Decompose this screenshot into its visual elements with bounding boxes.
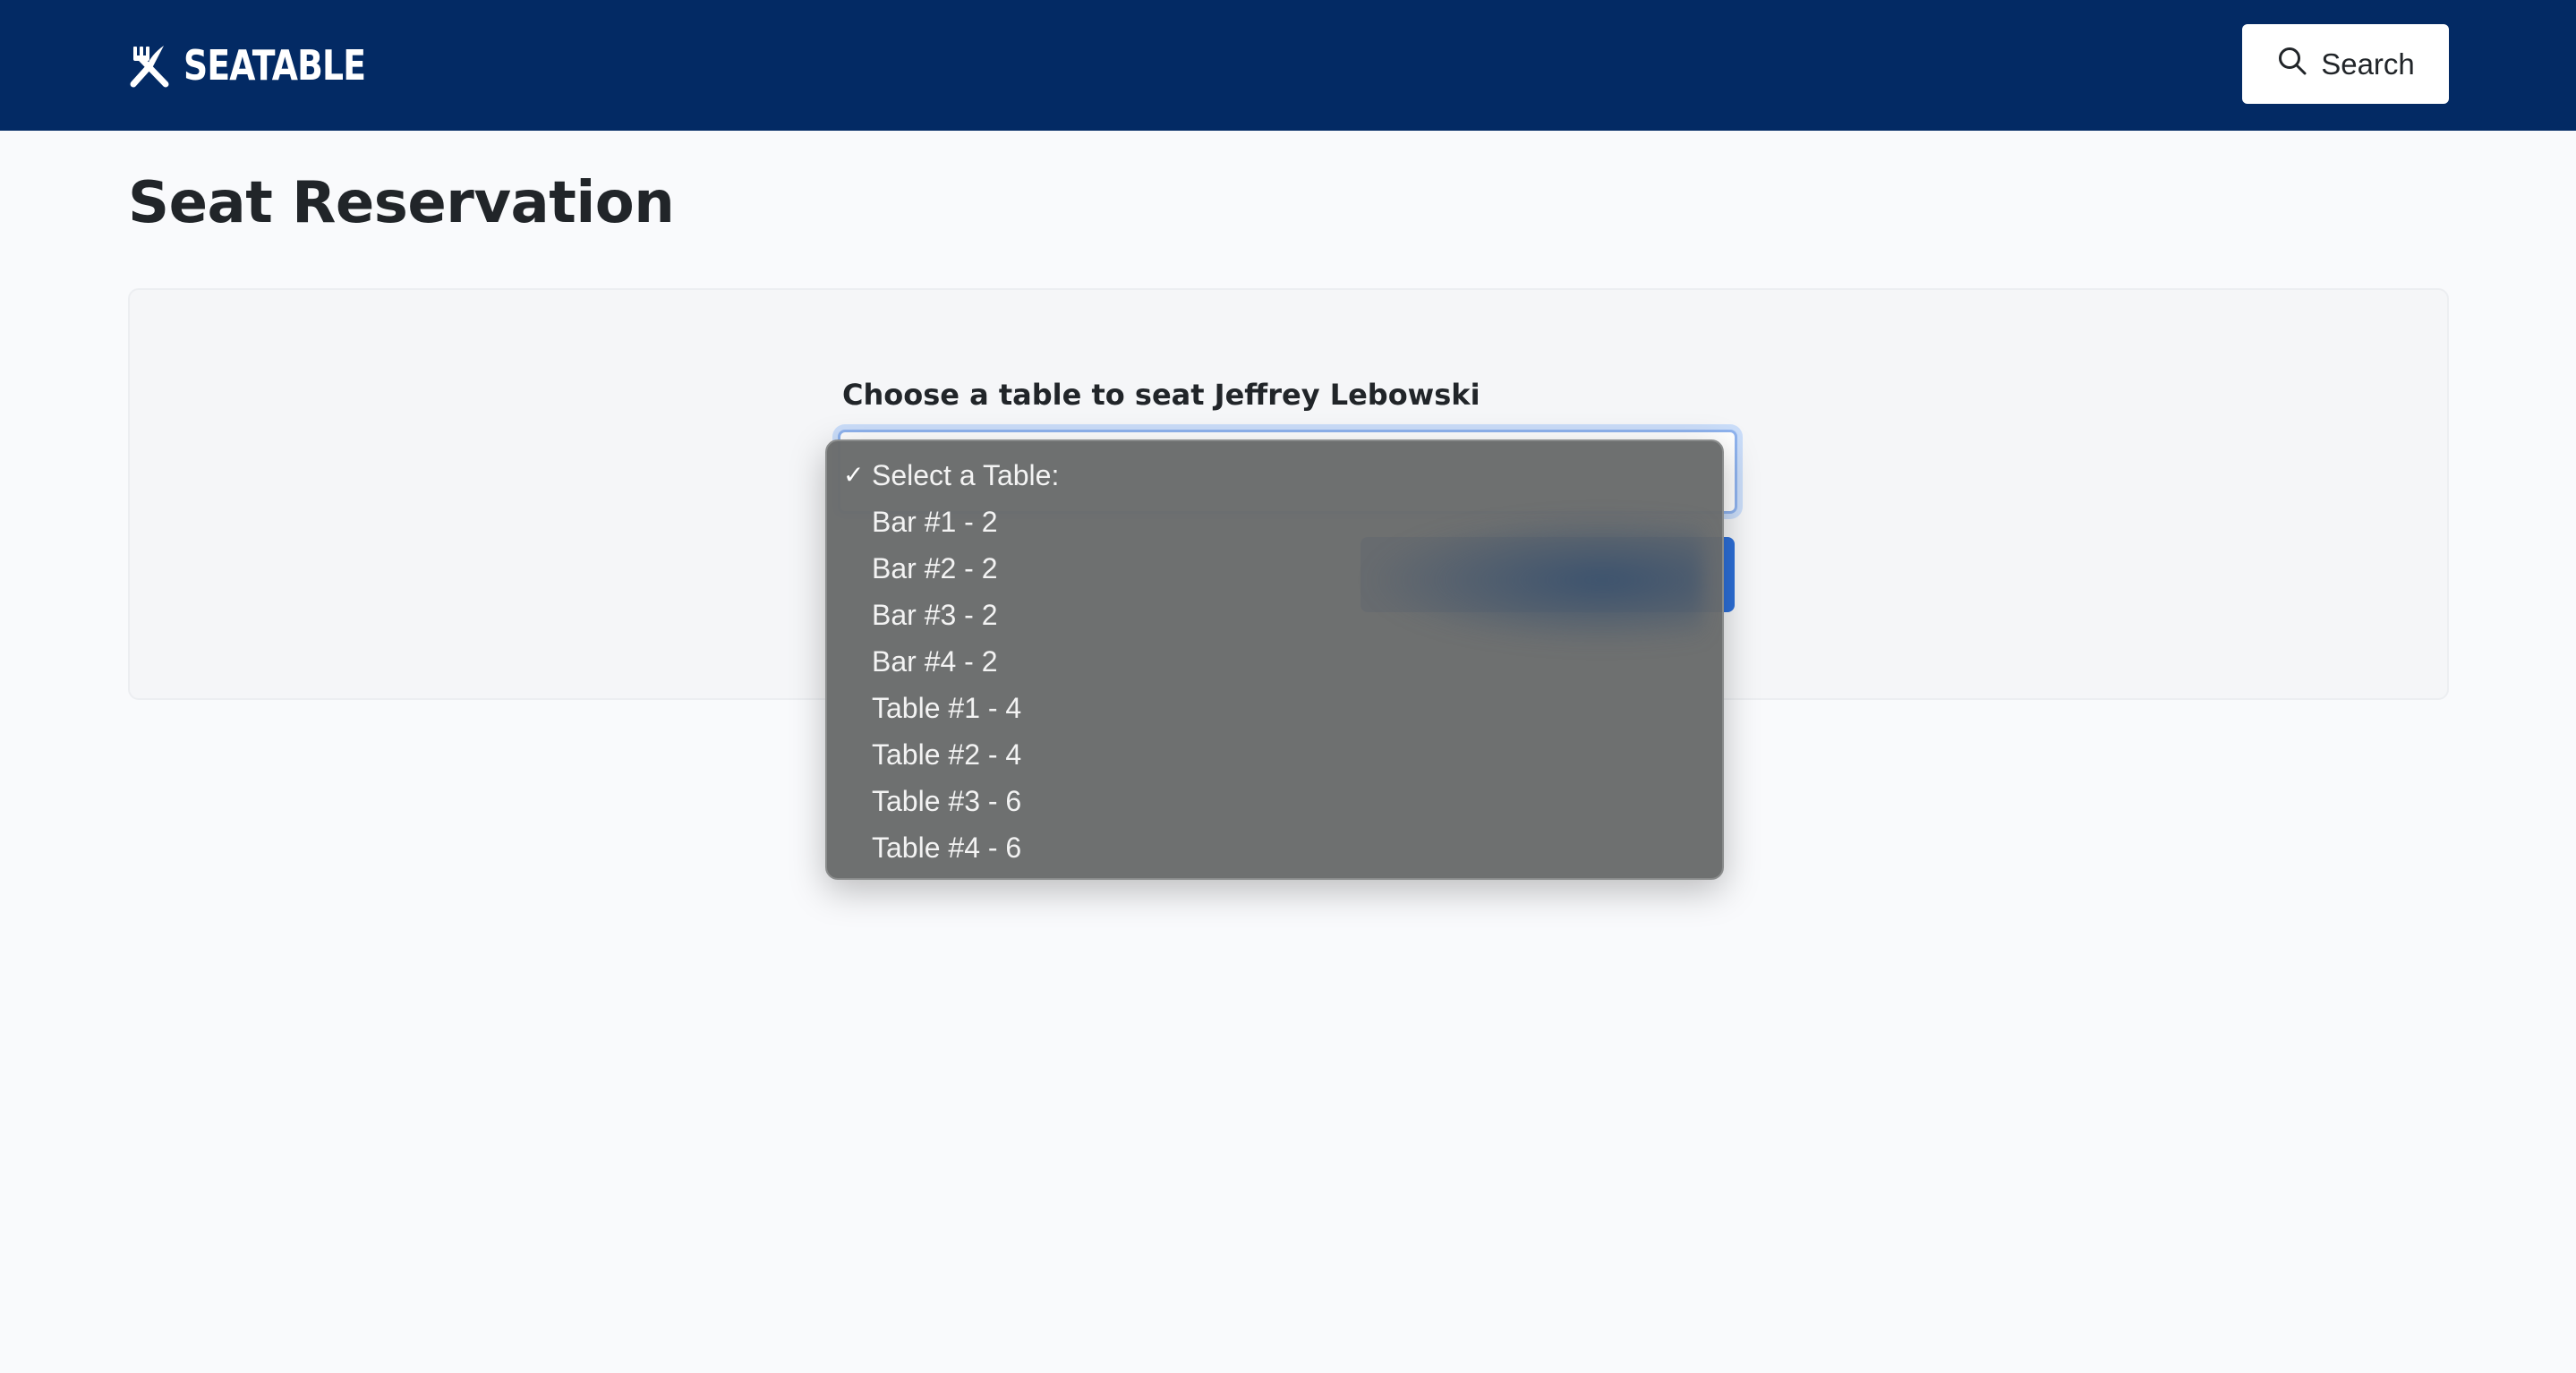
table-option[interactable]: ✓ Select a Table: (827, 452, 1722, 499)
table-option[interactable]: Table #1 - 4 (827, 685, 1722, 731)
table-option-label: Bar #3 - 2 (872, 599, 998, 631)
table-option[interactable]: Table #3 - 6 (827, 778, 1722, 824)
table-option[interactable]: Bar #4 - 2 (827, 638, 1722, 685)
table-option-label: Select a Table: (872, 459, 1060, 491)
table-option-label: Table #3 - 6 (872, 785, 1022, 817)
page-title: Seat Reservation (128, 170, 675, 236)
table-option[interactable]: Bar #1 - 2 (827, 499, 1722, 545)
search-button-label: Search (2321, 47, 2415, 81)
table-select-dropdown: ✓ Select a Table: Bar #1 - 2 Bar #2 - 2 Bar … (825, 439, 1724, 880)
table-option-label: Bar #1 - 2 (872, 506, 998, 538)
fork-knife-icon (128, 43, 171, 88)
brand-name: SEATABLE (183, 41, 366, 90)
top-navbar: SEATABLE Search (0, 0, 2576, 131)
table-option-label: Table #1 - 4 (872, 692, 1022, 724)
table-select-label: Choose a table to seat Jeffrey Lebowski (842, 378, 1480, 412)
table-option-label: Table #2 - 4 (872, 738, 1022, 771)
table-option[interactable]: Table #4 - 6 (827, 824, 1722, 871)
search-icon (2276, 45, 2308, 84)
table-option-label: Bar #4 - 2 (872, 645, 998, 678)
table-option-label: Table #4 - 6 (872, 831, 1022, 864)
table-option[interactable]: Table #2 - 4 (827, 731, 1722, 778)
table-option[interactable]: Bar #2 - 2 (827, 545, 1722, 592)
search-button[interactable]: Search (2242, 24, 2449, 104)
table-option[interactable]: Bar #3 - 2 (827, 592, 1722, 638)
brand-logo[interactable]: SEATABLE (128, 39, 405, 91)
checkmark-icon: ✓ (843, 461, 865, 489)
table-option-label: Bar #2 - 2 (872, 552, 998, 584)
